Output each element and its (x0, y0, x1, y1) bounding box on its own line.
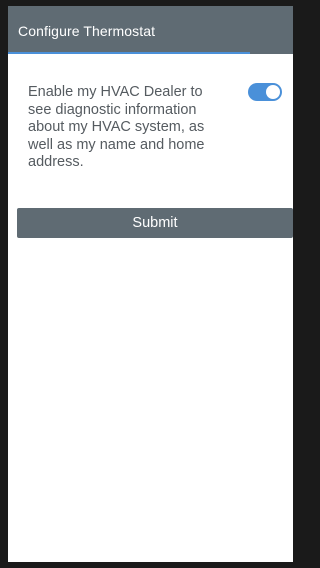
dealer-consent-label: Enable my HVAC Dealer to see diagnostic … (28, 84, 205, 170)
main-content: Enable my HVAC Dealer to see diagnostic … (8, 54, 293, 568)
toggle-knob (266, 85, 280, 99)
screen: Configure Thermostat Enable my HVAC Deal… (0, 0, 301, 568)
dealer-consent-toggle[interactable] (248, 83, 282, 101)
submit-button[interactable]: Submit (17, 208, 293, 238)
device-bottom-bezel (0, 562, 301, 568)
page-title: Configure Thermostat (18, 23, 156, 39)
app-header: Configure Thermostat (8, 6, 293, 54)
